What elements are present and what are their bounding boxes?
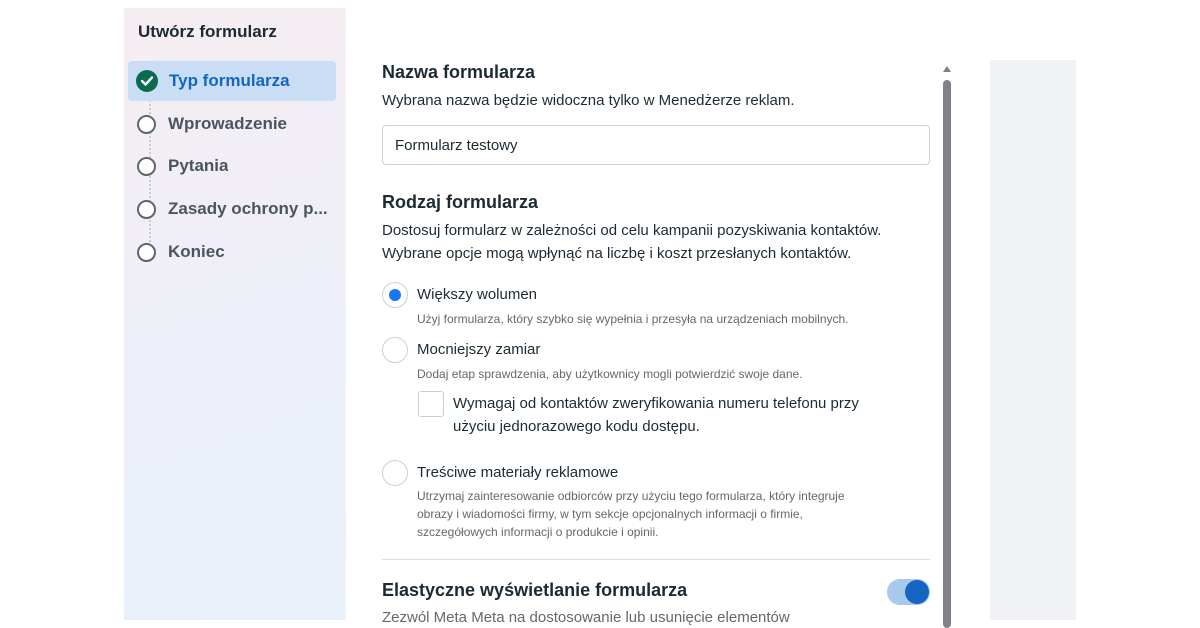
form-builder-sidebar: Utwórz formularz Typ formularza Wprowadz…	[124, 8, 346, 620]
empty-circle-icon	[137, 114, 156, 134]
sidebar-title: Utwórz formularz	[138, 22, 277, 41]
step-form-type[interactable]: Typ formularza	[128, 61, 336, 101]
form-type-description-2: Wybrane opcje mogą wpłynąć na liczbę i k…	[382, 245, 852, 262]
option-description-line3: szczegółowych informacji o produkcie i o…	[417, 525, 659, 539]
step-label: Pytania	[168, 156, 229, 175]
verify-phone-label: Wymagaj od kontaktów zweryfikowania nume…	[453, 392, 923, 438]
scrollbar-thumb[interactable]	[943, 80, 951, 628]
step-ending[interactable]: Koniec	[128, 232, 336, 272]
form-type-heading: Rodzaj formularza	[382, 192, 539, 212]
option-title: Treściwe materiały reklamowe	[417, 464, 619, 481]
step-label: Typ formularza	[169, 71, 290, 90]
option-title: Większy wolumen	[417, 286, 538, 303]
option-title: Mocniejszy zamiar	[417, 341, 541, 358]
step-label: Koniec	[168, 242, 225, 261]
flexible-display-heading: Elastyczne wyświetlanie formularza	[382, 580, 688, 600]
step-privacy-policy[interactable]: Zasady ochrony p...	[128, 189, 336, 229]
flexible-display-toggle[interactable]	[887, 579, 930, 605]
radio-higher-volume[interactable]	[382, 282, 408, 308]
empty-circle-icon	[137, 199, 156, 219]
step-intro[interactable]: Wprowadzenie	[128, 104, 336, 144]
flexible-display-description: Zezwól Meta Meta na dostosowanie lub usu…	[382, 609, 790, 626]
radio-selected-dot	[389, 289, 401, 301]
toggle-knob	[905, 580, 929, 604]
form-name-description: Wybrana nazwa będzie widoczna tylko w Me…	[382, 92, 795, 109]
verify-phone-label-line2: użyciu jednorazowego kodu dostępu.	[453, 418, 700, 435]
check-circle-icon	[136, 70, 158, 92]
option-description-line2: obrazy i wiadomości firmy, w tym sekcje …	[417, 507, 803, 521]
radio-higher-intent[interactable]	[382, 337, 408, 363]
option-description: Utrzymaj zainteresowanie odbiorców przy …	[417, 487, 922, 541]
option-description: Użyj formularza, który szybko się wypełn…	[417, 312, 849, 326]
step-label: Wprowadzenie	[168, 114, 288, 133]
scroll-up-arrow-icon[interactable]	[943, 66, 951, 72]
empty-circle-icon	[137, 156, 156, 176]
step-label: Zasady ochrony p...	[168, 199, 328, 218]
form-name-input[interactable]	[382, 125, 930, 165]
option-description: Dodaj etap sprawdzenia, aby użytkownicy …	[417, 367, 803, 381]
empty-circle-icon	[137, 242, 156, 262]
verify-phone-label-line1: Wymagaj od kontaktów zweryfikowania nume…	[453, 395, 859, 412]
verify-phone-checkbox[interactable]	[418, 391, 444, 417]
preview-panel	[990, 60, 1076, 620]
option-description-line1: Utrzymaj zainteresowanie odbiorców przy …	[417, 489, 845, 503]
form-editor: Nazwa formularza Wybrana nazwa będzie wi…	[382, 0, 930, 628]
section-divider	[382, 559, 930, 560]
step-questions[interactable]: Pytania	[128, 146, 336, 186]
radio-rich-creative[interactable]	[382, 460, 408, 486]
form-name-heading: Nazwa formularza	[382, 62, 536, 82]
form-type-description-1: Dostosuj formularz w zależności od celu …	[382, 222, 882, 239]
